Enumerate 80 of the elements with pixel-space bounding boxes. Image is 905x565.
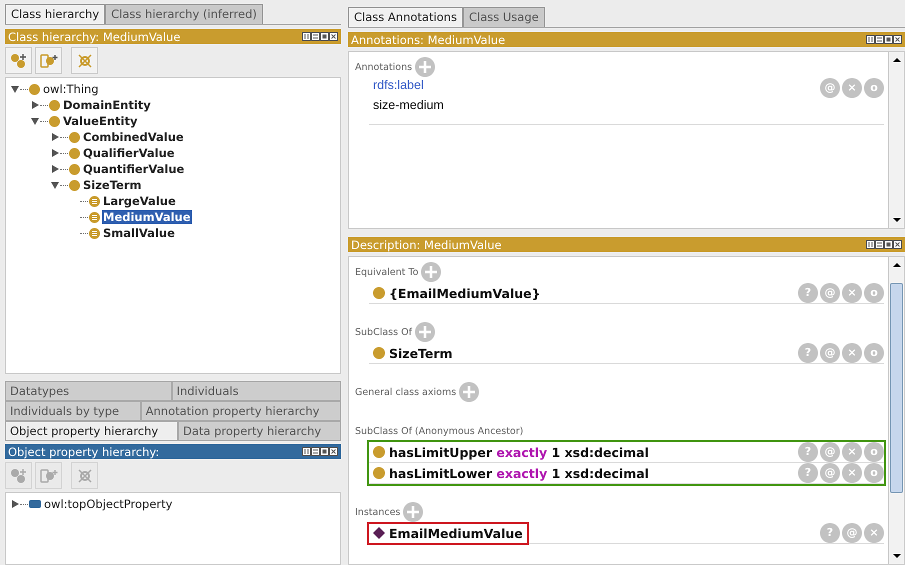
class-expression[interactable]: {EmailMediumValue} (389, 286, 541, 300)
tree-item[interactable]: SmallValue (102, 226, 176, 240)
add-sibling-icon (40, 468, 58, 484)
collapse-arrow-icon[interactable] (50, 180, 60, 190)
tree-item[interactable]: SizeTerm (82, 178, 142, 192)
tab[interactable]: Data property hierarchy (178, 421, 341, 441)
tree-item[interactable]: ValueEntity (62, 114, 138, 128)
plus-icon (403, 502, 424, 522)
tab[interactable]: Class Annotations (348, 7, 463, 27)
tree-item[interactable]: owl:topObjectProperty (43, 497, 174, 511)
tree-item[interactable]: DomainEntity (62, 98, 152, 112)
class-icon (373, 446, 385, 458)
tree-item[interactable]: QuantifierValue (82, 162, 186, 176)
plus-icon (415, 57, 436, 77)
defined-class-icon (89, 196, 100, 206)
add-subclass-icon (10, 468, 28, 484)
expand-arrow-icon[interactable] (50, 148, 60, 158)
collapse-arrow-icon[interactable] (30, 116, 40, 126)
class-expression[interactable]: hasLimitUpper exactly 1 xsd:decimal (389, 444, 649, 460)
annotation-value: size-medium (373, 98, 444, 112)
plus-icon (414, 322, 435, 342)
delete-icon (76, 52, 94, 68)
tree-item[interactable]: QualifierValue (82, 146, 176, 160)
expand-arrow-icon[interactable] (50, 164, 60, 174)
tree-item[interactable]: owl:Thing (42, 82, 100, 96)
section-title: Equivalent To (355, 266, 418, 278)
class-icon (69, 164, 80, 174)
tab[interactable]: Annotation property hierarchy (140, 401, 342, 421)
class-expression[interactable]: hasLimitLower exactly 1 xsd:decimal (389, 466, 649, 480)
individual-icon (373, 527, 385, 539)
section-title: Instances (355, 506, 400, 518)
plus-icon (459, 382, 480, 402)
class-icon (373, 347, 385, 359)
tab[interactable]: Class Usage (462, 7, 545, 27)
tab[interactable]: Datatypes (5, 381, 172, 401)
class-icon (49, 100, 60, 110)
expand-arrow-icon[interactable] (50, 132, 60, 142)
class-expression[interactable]: EmailMediumValue (389, 526, 523, 540)
tab[interactable]: Individuals (172, 381, 342, 401)
class-expression[interactable]: SizeTerm (389, 346, 453, 360)
view-title: Class hierarchy: MediumValue (8, 30, 180, 44)
scroll-thumb[interactable] (890, 283, 903, 493)
section-title: SubClass Of (Anonymous Ancestor) (355, 426, 524, 436)
class-icon (373, 287, 385, 299)
tree-item[interactable]: CombinedValue (82, 130, 185, 144)
view-controls-icon[interactable] (302, 32, 338, 41)
delete-icon (76, 468, 94, 484)
class-icon (49, 116, 60, 126)
annotation-property-link[interactable]: rdfs:label (373, 78, 444, 92)
defined-class-icon (89, 228, 100, 238)
view-title: Description: MediumValue (351, 238, 502, 252)
view-title: Object property hierarchy: (8, 444, 160, 458)
class-icon (69, 148, 80, 158)
class-icon (29, 84, 40, 94)
defined-class-icon (89, 212, 100, 222)
collapse-arrow-icon[interactable] (10, 84, 20, 94)
section-title: SubClass Of (355, 326, 412, 338)
section-title: General class axioms (355, 386, 456, 398)
scrollbar[interactable] (888, 52, 904, 228)
tree-item[interactable]: MediumValue (102, 210, 192, 224)
add-sibling-icon (40, 52, 58, 68)
view-controls-icon[interactable] (866, 240, 902, 249)
tab[interactable]: Individuals by type (5, 401, 141, 421)
tab[interactable]: Class hierarchy (inferred) (105, 4, 263, 24)
view-controls-icon[interactable] (866, 35, 902, 44)
tree-item[interactable]: LargeValue (102, 194, 177, 208)
section-title: Annotations (355, 62, 412, 72)
tab[interactable]: Class hierarchy (5, 4, 106, 24)
class-icon (69, 180, 80, 190)
tab[interactable]: Object property hierarchy (5, 421, 178, 441)
expand-arrow-icon[interactable] (30, 100, 40, 110)
property-icon (29, 500, 41, 508)
view-controls-icon[interactable] (302, 447, 338, 456)
scrollbar[interactable] (888, 257, 904, 564)
class-icon (69, 132, 80, 142)
plus-icon (421, 262, 442, 282)
expand-arrow-icon[interactable] (10, 499, 20, 509)
view-title: Annotations: MediumValue (351, 32, 506, 46)
class-icon (373, 467, 385, 479)
add-subclass-icon (10, 52, 28, 68)
